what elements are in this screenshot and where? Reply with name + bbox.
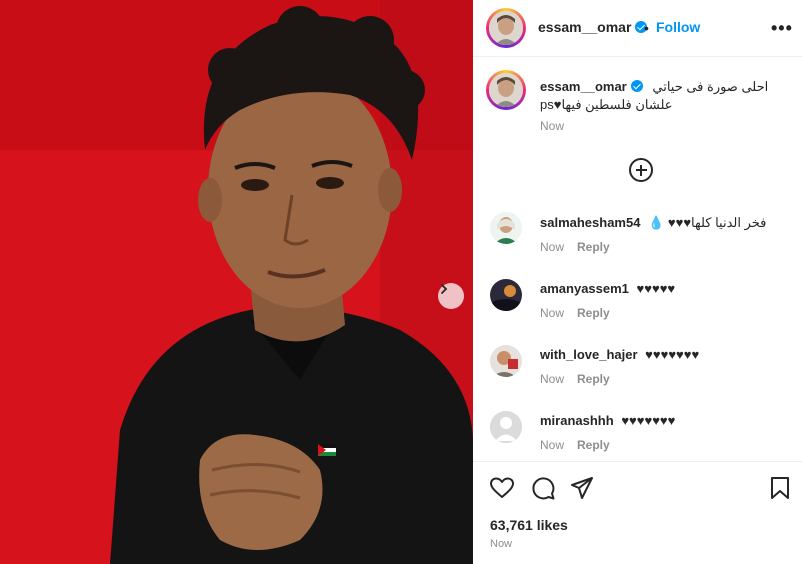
post-sidebar: essam__omar • Follow ••• essam__omar احل… [473,0,802,564]
post-header: essam__omar • Follow ••• [473,0,802,57]
bookmark-icon[interactable] [769,475,791,501]
reply-button[interactable]: Reply [577,438,610,452]
caption-username[interactable]: essam__omar [540,79,627,94]
caption-author-avatar[interactable] [486,70,526,110]
comment-avatar[interactable] [490,279,522,311]
comment-username[interactable]: miranashhh [540,413,614,428]
comment-body: salmahesham54 فخر الدنيا كلها♥♥♥ 💧 [540,215,766,231]
caption-line-1: احلى صورة فى حياتي [652,79,769,94]
avatar-image [489,11,523,45]
caption-time: Now [540,119,565,133]
separator-dot: • [644,20,649,36]
load-more-comments-button[interactable] [629,158,653,182]
likes-count[interactable]: 63,761 likes [490,517,568,533]
more-options-icon[interactable]: ••• [771,18,793,39]
comment-time: Now [540,372,565,386]
comment-text: ♥♥♥♥♥♥♥ [621,413,676,428]
comment-username[interactable]: amanyassem1 [540,281,629,296]
comment-text: فخر الدنيا كلها♥♥♥ 💧 [648,215,767,230]
author-username-text[interactable]: essam__omar [538,19,631,35]
default-avatar-icon [490,411,522,443]
comment-avatar[interactable] [490,411,522,443]
next-photo-button[interactable] [438,283,464,309]
avatar-image [489,73,523,107]
comment-avatar[interactable] [490,345,522,377]
comment-bubble-icon[interactable] [530,475,556,501]
caption-line-2: علشان فلسطين فيها♥ps [540,97,673,112]
comment-time: Now [540,438,565,452]
avatar-image [490,212,522,244]
paper-plane-icon[interactable] [569,475,595,501]
comment-body: miranashhh ♥♥♥♥♥♥♥ [540,413,675,428]
comment-time: Now [540,306,565,320]
avatar-image [490,345,522,377]
chevron-right-icon [441,284,448,294]
action-bar: 63,761 likes Now [473,461,802,564]
heart-icon[interactable] [489,476,515,500]
author-avatar[interactable] [486,8,526,48]
follow-button[interactable]: Follow [656,19,700,35]
reply-button[interactable]: Reply [577,240,610,254]
comment-body: with_love_hajer ♥♥♥♥♥♥♥ [540,347,699,362]
comment-time: Now [540,240,565,254]
post-time: Now [490,538,513,550]
comment-username[interactable]: salmahesham54 [540,215,640,230]
comment-username[interactable]: with_love_hajer [540,347,638,362]
comment-avatar[interactable] [490,212,522,244]
comment-text: ♥♥♥♥♥♥♥ [645,347,700,362]
caption: essam__omar احلى صورة فى حياتي علشان فلس… [540,78,790,114]
reply-button[interactable]: Reply [577,372,610,386]
avatar-image [490,279,522,311]
author-username[interactable]: essam__omar [538,19,648,35]
portrait-image [0,0,473,564]
verified-badge-icon [630,80,643,92]
comment-body: amanyassem1 ♥♥♥♥♥ [540,281,675,296]
post-photo[interactable] [0,0,473,564]
comment-text: ♥♥♥♥♥ [636,281,676,296]
reply-button[interactable]: Reply [577,306,610,320]
